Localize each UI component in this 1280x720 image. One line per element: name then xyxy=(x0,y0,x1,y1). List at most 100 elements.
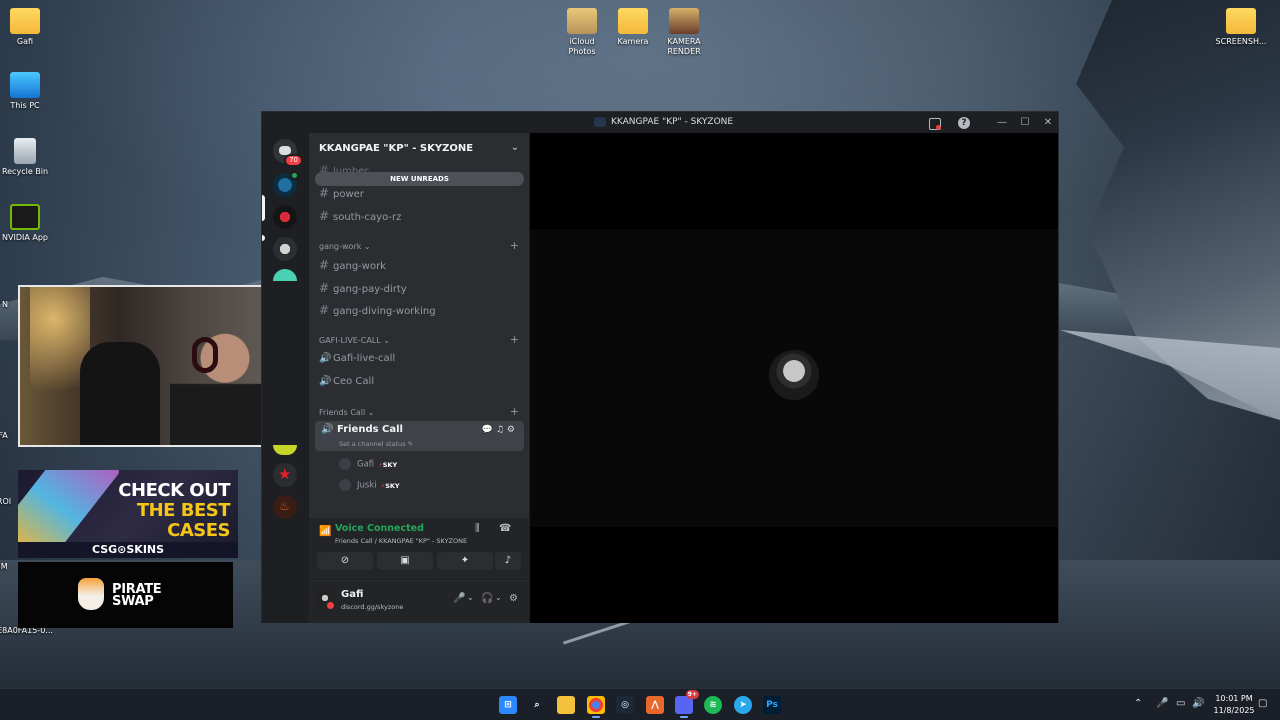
speaker-icon: 🔊 xyxy=(319,353,332,364)
user-tag: ⚡SKY xyxy=(380,481,400,490)
title-bar: KKANGPAE "KP" - SKYZONE ? — ☐ ✕ xyxy=(262,112,1058,133)
ad-brand: PIRATE SWAP xyxy=(112,582,162,609)
soundboard-button[interactable]: ♪ xyxy=(495,552,521,570)
file-explorer-icon[interactable] xyxy=(557,696,575,714)
user-name[interactable]: Gafi xyxy=(341,589,363,600)
channel-gang-diving-working[interactable]: # gang-diving-working xyxy=(319,301,436,319)
desktop-icon-recycle-bin[interactable]: Recycle Bin xyxy=(0,138,60,177)
settings-gear-icon[interactable]: ⚙ xyxy=(509,593,518,604)
create-channel-plus-icon[interactable]: + xyxy=(510,405,519,418)
server-unread-indicator xyxy=(262,235,265,241)
chevron-up-icon[interactable]: ⌃ xyxy=(1134,698,1142,709)
microphone-icon[interactable]: 🎤 xyxy=(453,593,465,604)
channel-gang-work[interactable]: # gang-work xyxy=(319,256,386,274)
app-icon[interactable]: ⋀ xyxy=(646,696,664,714)
inbox-icon[interactable] xyxy=(926,115,942,131)
voice-channel-friends-call[interactable]: 🔊 Friends Call Set a channel status ✎ 💬♫… xyxy=(315,421,524,451)
disconnect-icon[interactable]: ☎ xyxy=(499,523,511,534)
ad-headline-2: THE BEST xyxy=(136,500,231,521)
headset xyxy=(192,337,218,373)
voice-connected-label[interactable]: Voice Connected xyxy=(335,523,424,534)
voice-channel-ceo-call[interactable]: 🔊 Ceo Call xyxy=(319,373,374,391)
minimize-button[interactable]: — xyxy=(994,115,1010,131)
photoshop-icon[interactable]: Ps xyxy=(763,696,781,714)
desktop-icon-this-pc[interactable]: This PC xyxy=(0,72,60,111)
voice-channel-gafi-live-call[interactable]: 🔊 Gafi-live-call xyxy=(319,350,395,368)
desktop-icon-kamera-render[interactable]: KAMERA RENDER xyxy=(649,8,719,57)
screen-share-button[interactable]: ▣ xyxy=(377,552,433,570)
desktop-icon-nvidia-app[interactable]: NVIDIA App xyxy=(0,204,60,243)
headphones-icon[interactable]: 🎧 xyxy=(481,593,493,604)
voice-user-juski[interactable]: Juski ⚡SKY xyxy=(339,479,400,495)
server-icon[interactable] xyxy=(273,269,297,281)
activities-button[interactable]: ✦ xyxy=(437,552,493,570)
create-channel-plus-icon[interactable]: + xyxy=(510,239,519,252)
direct-messages-button[interactable]: 70 xyxy=(273,139,303,167)
server-icon[interactable]: ★ xyxy=(273,463,297,487)
server-icon[interactable]: ♨ xyxy=(273,495,297,519)
create-channel-plus-icon[interactable]: + xyxy=(510,333,519,346)
star-icon: ★ xyxy=(278,465,292,483)
participant-avatar[interactable] xyxy=(769,350,819,400)
avatar xyxy=(339,458,351,470)
recycle-bin-icon xyxy=(14,138,36,164)
notification-badge: 9+ xyxy=(685,690,699,699)
user-custom-status: discord.gg/skyzone xyxy=(341,603,404,611)
call-tile[interactable] xyxy=(530,229,1058,527)
hash-icon: # xyxy=(319,186,330,200)
channel-power[interactable]: # power xyxy=(319,184,364,202)
help-icon[interactable]: ? xyxy=(956,115,972,131)
server-icon[interactable] xyxy=(273,205,297,229)
desktop-icon-gafi[interactable]: Gafi xyxy=(0,8,60,47)
search-icon[interactable]: ⌕ xyxy=(528,696,546,714)
volume-icon[interactable]: 🔊 xyxy=(1192,698,1204,709)
server-logo-icon xyxy=(594,117,606,127)
server-icon[interactable] xyxy=(273,237,297,261)
start-windows-icon[interactable]: ⊞ xyxy=(499,696,517,714)
channel-south-cayo-rz[interactable]: # south-cayo-rz xyxy=(319,207,401,225)
speaker-icon: 🔊 xyxy=(319,376,332,387)
user-panel: Gafi discord.gg/skyzone 🎤 ⌄ 🎧 ⌄ ⚙ xyxy=(309,581,529,623)
user-tag: ⚡SKY xyxy=(378,460,398,469)
channel-actions[interactable]: 💬♫⚙ xyxy=(482,425,518,435)
ad-brand: CSG⊙SKINS xyxy=(18,542,238,558)
notification-bell-icon[interactable]: ▢ xyxy=(1258,698,1267,709)
server-name: KKANGPAE "KP" - SKYZONE xyxy=(319,143,474,154)
chevron-down-icon[interactable]: ⌄ xyxy=(467,593,474,602)
maximize-button[interactable]: ☐ xyxy=(1017,115,1033,131)
gaming-chair xyxy=(80,342,160,445)
server-icon[interactable] xyxy=(273,171,299,197)
steam-icon[interactable]: ◎ xyxy=(616,696,634,714)
voice-location[interactable]: Friends Call / KKANGPAE "KP" - SKYZONE xyxy=(335,537,467,545)
user-avatar[interactable] xyxy=(315,590,336,611)
channel-gang-pay-dirty[interactable]: # gang-pay-dirty xyxy=(319,279,407,297)
csgo-skins-ad: CHECK OUT THE BEST CASES CSG⊙SKINS xyxy=(18,470,238,558)
discord-icon[interactable]: 9+ xyxy=(675,690,699,718)
category-gang-work[interactable]: gang-work ⌄ xyxy=(319,242,371,251)
category-friends-call[interactable]: Friends Call ⌄ xyxy=(319,408,375,417)
desktop-label-partial: N xyxy=(2,300,8,309)
system-clock[interactable]: 10:01 PM 11/8/2025 xyxy=(1210,693,1258,717)
ad-headline-1: CHECK OUT xyxy=(118,480,230,501)
spotify-icon[interactable]: ≋ xyxy=(704,696,722,714)
pirate-swap-ad: PIRATE SWAP xyxy=(18,562,233,628)
chevron-down-icon[interactable]: ⌄ xyxy=(495,593,502,602)
telegram-icon[interactable]: ➤ xyxy=(734,696,752,714)
monitor-icon xyxy=(10,72,40,98)
microphone-icon[interactable]: 🎤 xyxy=(1156,698,1168,709)
folder-icon xyxy=(1226,8,1256,34)
chrome-icon[interactable] xyxy=(587,696,605,718)
network-icon[interactable]: ▭ xyxy=(1176,698,1185,709)
flame-icon: ♨ xyxy=(279,499,290,513)
desktop-icon-screenshots[interactable]: SCREENSH... xyxy=(1206,8,1276,47)
server-icon[interactable] xyxy=(273,445,297,455)
hash-icon: # xyxy=(319,303,330,317)
category-gafi-live-call[interactable]: GAFI-LIVE-CALL ⌄ xyxy=(319,336,390,345)
unread-badge: 70 xyxy=(284,154,303,167)
noise-suppression-icon[interactable]: ⫼ xyxy=(475,523,480,534)
camera-off-button[interactable]: ⊘ xyxy=(317,552,373,570)
set-channel-status[interactable]: Set a channel status ✎ xyxy=(339,440,413,448)
close-button[interactable]: ✕ xyxy=(1040,115,1056,131)
voice-call-stage xyxy=(530,133,1058,623)
voice-user-gafi[interactable]: Gafi ⚡SKY xyxy=(339,458,397,474)
